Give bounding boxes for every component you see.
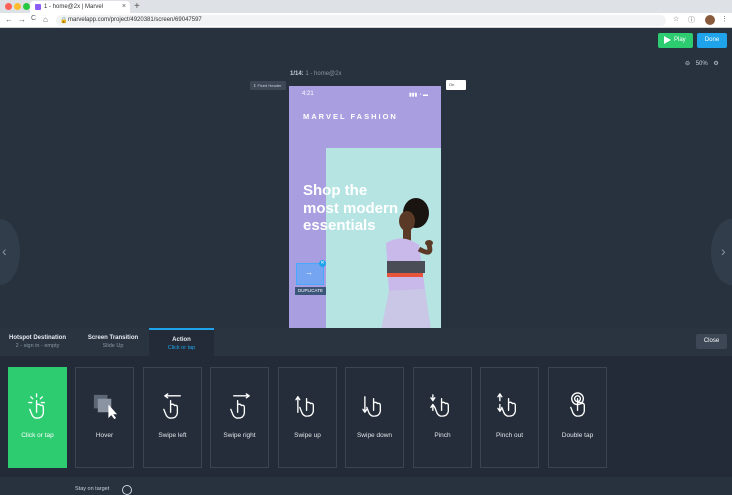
tab-title: Hotspot Destination: [9, 335, 66, 341]
hotspot-close-icon[interactable]: ✕: [319, 260, 326, 267]
reload-icon[interactable]: C: [31, 15, 36, 22]
tab-close-icon[interactable]: ×: [122, 3, 126, 10]
tab-subtitle: Click or tap: [167, 345, 196, 351]
browser-tab[interactable]: 1 - home@2x | Marvel ×: [30, 1, 130, 13]
url-field[interactable]: 🔒 marvelapp.com/project/4920381/screen/6…: [56, 15, 666, 26]
tab-subtitle: Slide Up: [102, 343, 124, 349]
tab-screen-transition[interactable]: Screen Transition Slide Up: [77, 328, 149, 356]
address-bar-row: ← → C ⌂ 🔒 marvelapp.com/project/4920381/…: [0, 13, 732, 28]
gesture-label: Click or tap: [21, 432, 54, 439]
gesture-label: Swipe left: [158, 432, 187, 439]
gesture-label: Swipe up: [294, 432, 321, 439]
swipe-up-icon: [295, 396, 315, 417]
chevron-left-icon: ‹: [2, 243, 7, 259]
play-button[interactable]: Play: [658, 33, 693, 48]
double-tap-icon: [570, 392, 585, 417]
screen-title: 1/14: 1 - home@2x: [290, 71, 341, 77]
swipe-right-icon: [230, 393, 250, 419]
phone-screen-preview[interactable]: 4:21 ▮▮▮ ◔ ▬ MARVEL FASHION Shop the mos…: [289, 86, 441, 330]
zoom-out-icon[interactable]: ⊖: [685, 61, 690, 67]
gesture-label: Swipe right: [223, 432, 256, 439]
gesture-pinch[interactable]: Pinch: [413, 367, 472, 468]
phone-status-icons: ▮▮▮ ◔ ▬: [409, 92, 429, 98]
close-button[interactable]: Close: [696, 334, 727, 349]
duplicate-button[interactable]: DUPLICATE: [295, 287, 326, 295]
gesture-swipe-left[interactable]: Swipe left: [143, 367, 202, 468]
tab-hotspot-destination[interactable]: Hotspot Destination 2 - sign in - empty: [0, 328, 75, 356]
gesture-swipe-down[interactable]: Swipe down: [345, 367, 404, 468]
hero-headline: Shop the most modern essentials: [303, 182, 399, 234]
tab-title: Action: [172, 337, 191, 343]
browser-menu-icon[interactable]: ⋮: [721, 15, 728, 23]
brand-title: MARVEL FASHION: [303, 112, 398, 121]
zoom-controls: ⊖ 50% ⚙: [685, 60, 719, 67]
gesture-swipe-right[interactable]: Swipe right: [210, 367, 269, 468]
gesture-label: Pinch: [434, 432, 451, 439]
bookmark-star-icon[interactable]: ☆: [673, 15, 679, 23]
screen-name: 1 - home@2x: [303, 71, 342, 77]
pinch-icon: [430, 394, 450, 417]
home-icon[interactable]: ⌂: [43, 15, 48, 24]
tab-subtitle: 2 - sign in - empty: [15, 343, 60, 349]
tab-title: 1 - home@2x | Marvel: [44, 4, 104, 10]
tab-title: Screen Transition: [87, 335, 139, 341]
gesture-hover[interactable]: Hover: [75, 367, 134, 468]
browser-tab-bar: 1 - home@2x | Marvel × +: [0, 0, 732, 13]
gesture-swipe-up[interactable]: Swipe up: [278, 367, 337, 468]
gesture-label: Hover: [95, 432, 114, 439]
stay-on-target-toggle[interactable]: [122, 485, 132, 495]
gesture-pinch-out[interactable]: Pinch out: [480, 367, 539, 468]
settings-gear-icon[interactable]: ⚙: [713, 61, 718, 67]
pinch-out-icon: [497, 393, 517, 417]
stay-on-target-label: Stay on target: [75, 486, 110, 492]
swipe-left-icon: [163, 393, 181, 419]
marvel-favicon-icon: [35, 4, 41, 10]
screen-index: 1/14:: [290, 71, 304, 77]
panel-tabs: Hotspot Destination 2 - sign in - empty …: [0, 328, 732, 356]
next-screen-button[interactable]: ›: [711, 219, 732, 285]
hotspot-settings-panel: Hotspot Destination 2 - sign in - empty …: [0, 328, 732, 495]
tab-action[interactable]: Action Click or tap: [149, 328, 214, 356]
forward-icon[interactable]: →: [18, 15, 26, 24]
gesture-label: Pinch out: [495, 432, 524, 439]
play-label: Play: [674, 37, 686, 43]
fixed-header-toggle[interactable]: ⇕ Fixed Header: [250, 81, 286, 90]
profile-avatar[interactable]: [705, 15, 715, 25]
window-minimize-dot[interactable]: [14, 3, 21, 10]
hover-icon: [93, 394, 118, 420]
extension-info-icon[interactable]: ⓘ: [688, 15, 695, 25]
lock-icon: 🔒: [60, 18, 68, 24]
new-tab-button[interactable]: +: [134, 1, 140, 12]
play-icon: [664, 36, 671, 44]
marvel-editor: Play Done ⊖ 50% ⚙ ‹ › ⇕ Fixed Header 1/1…: [0, 29, 732, 495]
back-icon[interactable]: ←: [5, 15, 13, 24]
done-button[interactable]: Done: [697, 33, 727, 48]
window-close-dot[interactable]: [5, 3, 12, 10]
url-text: marvelapp.com/project/4920381/screen/690…: [68, 17, 202, 23]
gesture-label: Double tap: [561, 432, 594, 439]
phone-clock: 4:21: [302, 91, 314, 97]
gesture-click-or-tap[interactable]: Click or tap: [8, 367, 67, 468]
tap-icon: [28, 393, 45, 419]
gesture-label: Swipe down: [356, 432, 393, 439]
zoom-level: 50%: [695, 61, 708, 67]
chevron-right-icon: ›: [721, 243, 726, 259]
swipe-down-icon: [362, 396, 382, 417]
on-toggle-badge[interactable]: On: [446, 80, 466, 90]
previous-screen-button[interactable]: ‹: [0, 219, 20, 285]
gesture-double-tap[interactable]: Double tap: [548, 367, 607, 468]
window-maximize-dot[interactable]: [23, 3, 30, 10]
hotspot-arrow-icon: →: [305, 268, 313, 277]
